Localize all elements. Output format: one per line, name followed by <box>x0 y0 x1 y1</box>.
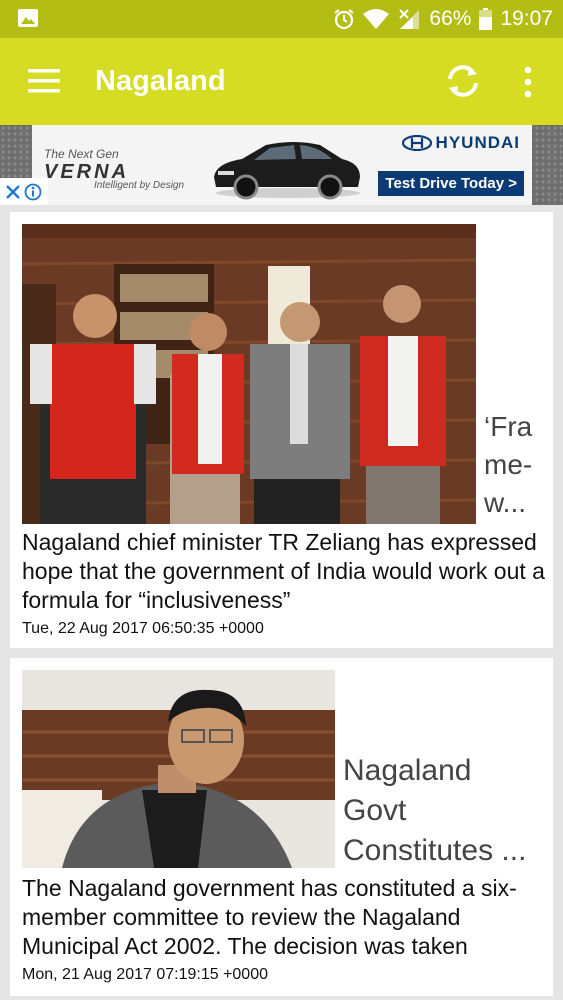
article-title-line: w... <box>484 487 527 518</box>
menu-icon[interactable] <box>28 68 60 94</box>
article-image <box>22 670 335 868</box>
battery-icon <box>479 8 493 30</box>
article-title-line: Nagaland <box>343 754 472 787</box>
article-description: Nagaland chief minister TR Zeliang has e… <box>22 529 545 613</box>
article-title-line: me- <box>484 449 533 480</box>
article-card[interactable]: Nagaland Govt Constitutes ... The Nagala… <box>10 658 553 996</box>
article-title[interactable]: Nagaland Govt Constitutes ... <box>343 751 548 871</box>
article-title[interactable]: ‘Fra me- w... <box>484 408 544 522</box>
ad-choices[interactable] <box>0 178 48 205</box>
alarm-icon <box>334 9 355 30</box>
info-icon[interactable] <box>24 183 42 201</box>
article-description: The Nagaland government has constituted … <box>22 875 517 959</box>
ad-brand-label: HYUNDAI <box>435 133 520 152</box>
no-signal-icon <box>399 9 420 29</box>
ad-banner[interactable]: The Next Gen VERNA Intelligent by Design… <box>0 125 563 205</box>
clock: 19:07 <box>500 7 553 30</box>
ad-subline: Intelligent by Design <box>94 180 185 191</box>
article-date: Tue, 22 Aug 2017 06:50:35 +0000 <box>22 620 264 637</box>
article-date: Mon, 21 Aug 2017 07:19:15 +0000 <box>22 966 268 983</box>
hyundai-logo-icon <box>401 135 432 151</box>
more-vert-icon[interactable] <box>518 66 538 98</box>
gallery-icon <box>18 9 38 27</box>
article-title-line: Constitutes ... <box>343 834 527 867</box>
ad-brand: HYUNDAI <box>401 133 520 153</box>
article-title-line: ‘Fra <box>484 411 533 442</box>
ad-creative[interactable]: The Next Gen VERNA Intelligent by Design… <box>32 125 532 205</box>
article-card[interactable]: ‘Fra me- w... Nagaland chief minister TR… <box>10 212 553 648</box>
ad-tagline: The Next Gen <box>44 147 119 161</box>
article-image <box>22 224 476 524</box>
article-title-line: Govt <box>343 794 407 827</box>
battery-percent: 66% <box>429 7 472 30</box>
app-bar: Nagaland <box>0 38 563 125</box>
refresh-icon[interactable] <box>442 60 484 102</box>
car-image <box>214 142 360 200</box>
status-bar: 66% 19:07 <box>0 0 563 38</box>
wifi-icon <box>363 9 390 29</box>
page-title: Nagaland <box>95 65 226 97</box>
ad-cta-button[interactable]: Test Drive Today > <box>378 171 524 196</box>
close-icon[interactable] <box>6 184 20 199</box>
